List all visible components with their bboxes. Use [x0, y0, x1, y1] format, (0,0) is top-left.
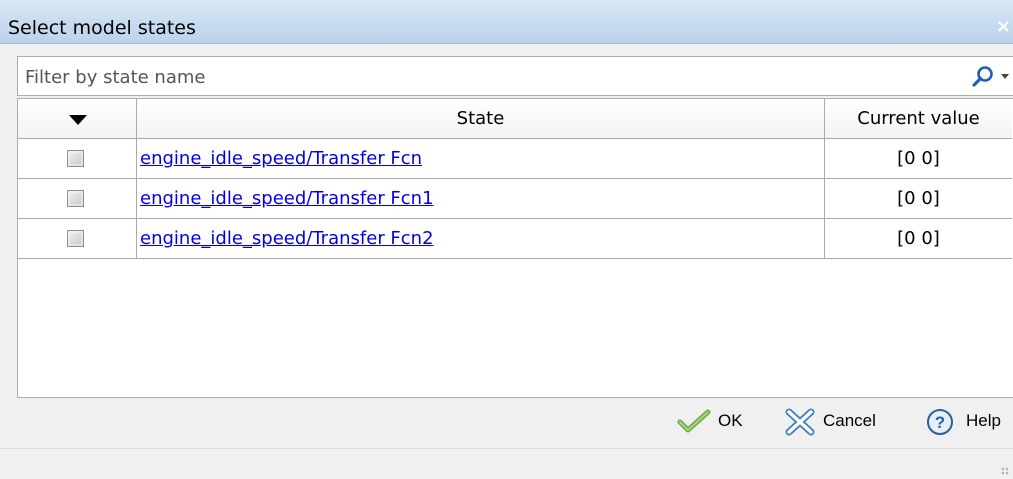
table-header: State Current value	[18, 99, 1012, 139]
filter-input[interactable]	[25, 65, 925, 89]
current-value: [0 0]	[897, 148, 940, 169]
status-bar	[0, 448, 1013, 479]
table-row: engine_idle_speed/Transfer Fcn [0 0]	[18, 139, 1012, 179]
state-link[interactable]: engine_idle_speed/Transfer Fcn	[140, 148, 422, 169]
states-table: State Current value engine_idle_speed/Tr…	[17, 98, 1013, 398]
cancel-label: Cancel	[823, 411, 876, 430]
window-title: Select model states	[8, 17, 196, 39]
resize-grip-icon[interactable]	[1001, 467, 1009, 475]
current-value-column-header[interactable]: Current value	[825, 99, 1012, 138]
table-row: engine_idle_speed/Transfer Fcn2 [0 0]	[18, 219, 1012, 259]
state-header-label: State	[456, 108, 505, 129]
sort-down-triangle-icon[interactable]	[69, 115, 87, 125]
value-cell: [0 0]	[825, 139, 1012, 178]
state-column-header[interactable]: State	[137, 99, 825, 138]
state-link[interactable]: engine_idle_speed/Transfer Fcn2	[140, 228, 434, 249]
select-cell	[18, 219, 137, 258]
help-button[interactable]: ? Help	[924, 404, 1013, 438]
table-row: engine_idle_speed/Transfer Fcn1 [0 0]	[18, 179, 1012, 219]
select-cell	[18, 179, 137, 218]
close-icon[interactable]: ×	[996, 16, 1011, 37]
select-cell	[18, 139, 137, 178]
current-value-header-label: Current value	[857, 108, 980, 129]
cancel-x-icon	[785, 408, 815, 436]
state-link[interactable]: engine_idle_speed/Transfer Fcn1	[140, 188, 434, 209]
help-label: Help	[966, 411, 1001, 430]
current-value: [0 0]	[897, 188, 940, 209]
current-value: [0 0]	[897, 228, 940, 249]
select-column-header[interactable]	[18, 99, 137, 138]
checkmark-icon	[677, 409, 711, 433]
row-checkbox[interactable]	[67, 190, 84, 207]
row-checkbox[interactable]	[67, 150, 84, 167]
filter-box	[17, 56, 1013, 96]
cancel-button[interactable]: Cancel	[783, 404, 898, 438]
title-bar: Select model states ×	[0, 0, 1013, 44]
row-checkbox[interactable]	[67, 230, 84, 247]
state-cell: engine_idle_speed/Transfer Fcn2	[137, 219, 825, 258]
state-cell: engine_idle_speed/Transfer Fcn	[137, 139, 825, 178]
search-icon[interactable]	[970, 65, 996, 89]
svg-text:?: ?	[935, 413, 945, 432]
value-cell: [0 0]	[825, 219, 1012, 258]
state-cell: engine_idle_speed/Transfer Fcn1	[137, 179, 825, 218]
value-cell: [0 0]	[825, 179, 1012, 218]
ok-label: OK	[718, 411, 743, 430]
ok-button[interactable]: OK	[676, 404, 756, 438]
chevron-down-icon[interactable]	[1000, 73, 1010, 81]
help-icon: ?	[927, 409, 953, 435]
